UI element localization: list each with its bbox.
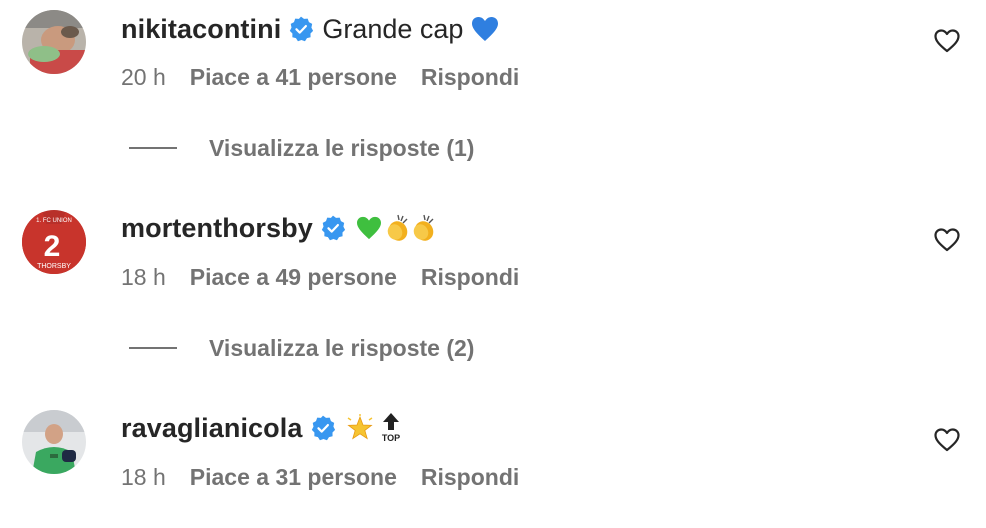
- username[interactable]: ravaglianicola: [121, 413, 303, 444]
- reply-button[interactable]: Rispondi: [421, 64, 519, 91]
- verified-badge-icon: [310, 415, 336, 441]
- svg-text:TOP: TOP: [381, 433, 399, 443]
- top-arrow-emoji: TOP: [378, 412, 404, 444]
- jersey-club-text: 1. FC UNION: [36, 218, 72, 224]
- avatar-photo-goalkeeper: [22, 410, 86, 474]
- like-heart-icon[interactable]: [934, 29, 960, 53]
- timestamp[interactable]: 18 h: [121, 464, 166, 491]
- like-heart-icon[interactable]: [934, 228, 960, 252]
- timestamp[interactable]: 18 h: [121, 264, 166, 291]
- likes-count[interactable]: Piace a 41 persone: [190, 64, 397, 91]
- jersey-name-text: THORSBY: [37, 263, 71, 270]
- clapping-hands-emoji: [410, 214, 436, 242]
- glowing-star-emoji: [346, 414, 374, 442]
- comment-header: mortenthorsby 💚👏👏: [121, 208, 436, 248]
- like-heart-icon[interactable]: [934, 428, 960, 452]
- comment-meta: 18 h Piace a 31 persone Rispondi: [121, 460, 519, 494]
- avatar-photo: [22, 10, 86, 74]
- username[interactable]: nikitacontini: [121, 14, 281, 45]
- jersey-number-text: 2: [44, 230, 61, 263]
- blue-heart-emoji: [471, 16, 499, 42]
- view-replies-label: Visualizza le risposte (1): [209, 134, 475, 161]
- verified-badge-icon: [288, 16, 314, 42]
- view-replies-button[interactable]: Visualizza le risposte (2): [129, 331, 474, 365]
- reply-button[interactable]: Rispondi: [421, 464, 519, 491]
- comment-text: Grande cap: [322, 13, 464, 44]
- avatar[interactable]: [22, 10, 86, 74]
- comment-header: ravaglianicola TOP 🌟🔝: [121, 408, 404, 448]
- avatar[interactable]: 1. FC UNION 2 THORSBY: [22, 210, 86, 274]
- clapping-hands-emoji: [384, 214, 410, 242]
- likes-count[interactable]: Piace a 49 persone: [190, 264, 397, 291]
- view-replies-button[interactable]: Visualizza le risposte (1): [129, 131, 474, 165]
- likes-count[interactable]: Piace a 31 persone: [190, 464, 397, 491]
- view-replies-label: Visualizza le risposte (2): [209, 334, 475, 361]
- comment-header: nikitacontini Grande cap: [121, 9, 499, 49]
- replies-divider-line: [129, 147, 177, 149]
- green-heart-emoji: [356, 216, 382, 240]
- verified-badge-icon: [320, 215, 346, 241]
- avatar[interactable]: [22, 410, 86, 474]
- username[interactable]: mortenthorsby: [121, 213, 313, 244]
- replies-divider-line: [129, 347, 177, 349]
- comment-meta: 18 h Piace a 49 persone Rispondi: [121, 260, 519, 294]
- avatar-photo-jersey: 1. FC UNION 2 THORSBY: [22, 210, 86, 274]
- timestamp[interactable]: 20 h: [121, 64, 166, 91]
- reply-button[interactable]: Rispondi: [421, 264, 519, 291]
- comment-meta: 20 h Piace a 41 persone Rispondi: [121, 60, 519, 94]
